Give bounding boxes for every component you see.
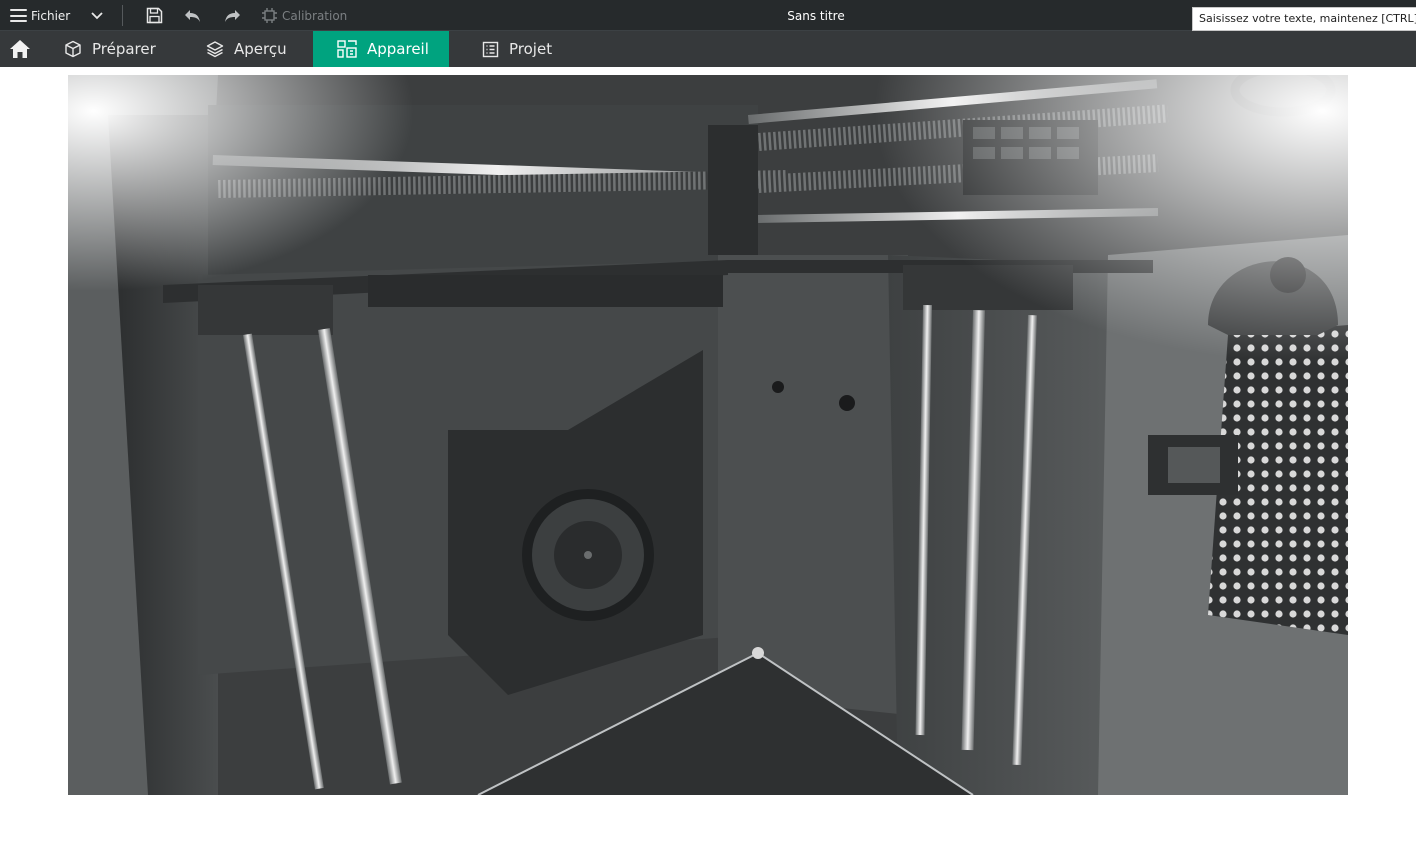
save-button[interactable] xyxy=(144,0,164,31)
device-icon xyxy=(337,40,357,58)
tab-prepare-label: Préparer xyxy=(92,40,156,58)
tab-device-label: Appareil xyxy=(367,40,429,58)
tab-preview-label: Aperçu xyxy=(234,40,287,58)
undo-icon xyxy=(185,9,200,22)
redo-icon xyxy=(225,9,240,22)
file-menu-label: Fichier xyxy=(31,8,71,23)
home-button[interactable] xyxy=(0,31,40,67)
undo-button[interactable] xyxy=(182,0,204,31)
document-title: Sans titre xyxy=(787,8,845,23)
toolbar-divider xyxy=(122,5,123,26)
project-icon xyxy=(482,41,499,57)
calibration-button[interactable]: Calibration xyxy=(262,0,347,31)
save-icon xyxy=(146,7,162,24)
file-menu-button[interactable]: Fichier xyxy=(10,0,70,31)
layers-icon xyxy=(206,41,224,58)
chevron-down-icon xyxy=(91,11,103,19)
main-tab-bar: Préparer Aperçu Appareil Projet xyxy=(0,31,1416,67)
menu-dropdown-button[interactable] xyxy=(88,0,106,31)
tab-prepare[interactable]: Préparer xyxy=(40,31,180,67)
search-tooltip: Saisissez votre texte, maintenez [CTRL] … xyxy=(1192,7,1416,31)
tab-project-label: Projet xyxy=(509,40,553,58)
calibration-label: Calibration xyxy=(282,8,348,23)
title-bar: Fichier Calibration Sans titre Saisissez… xyxy=(0,0,1416,31)
calibration-icon xyxy=(262,8,277,23)
tab-device[interactable]: Appareil xyxy=(313,31,449,67)
redo-button[interactable] xyxy=(221,0,243,31)
hamburger-icon xyxy=(10,9,27,22)
printer-chamber-image xyxy=(68,75,1348,795)
tab-preview[interactable]: Aperçu xyxy=(182,31,312,67)
tab-project[interactable]: Projet xyxy=(458,31,588,67)
camera-live-view xyxy=(68,75,1348,795)
home-icon xyxy=(10,40,30,58)
cube-icon xyxy=(65,40,81,58)
